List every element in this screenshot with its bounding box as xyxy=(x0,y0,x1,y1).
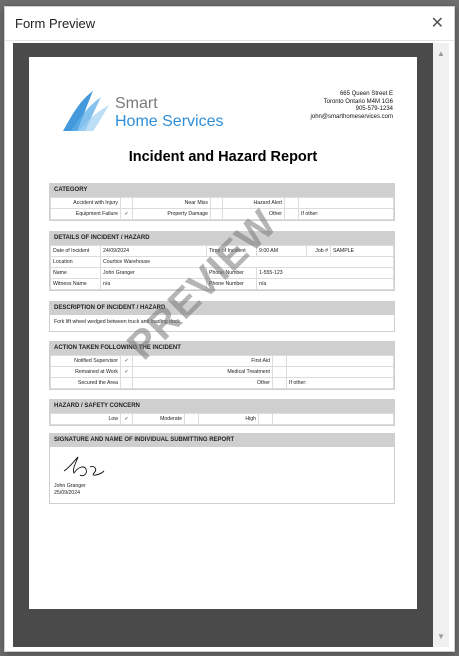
action-notified-label: Notified Supervisor xyxy=(50,355,121,367)
category-section: CATEGORY Accident with Injury Near Miss … xyxy=(49,183,395,221)
location-label: Location xyxy=(50,256,101,268)
signer-name: John Granger xyxy=(54,483,86,489)
table-row: Remained at Work ✓ Medical Treatment xyxy=(50,366,394,378)
hazard-moderate-label: Moderate xyxy=(132,413,185,425)
dialog-title: Form Preview xyxy=(15,16,96,31)
action-secured-check xyxy=(120,377,133,389)
signer-info: John Granger 25/09/2024 xyxy=(54,483,86,496)
action-blank xyxy=(286,355,394,367)
table-row: Accident with Injury Near Miss Hazard Al… xyxy=(50,197,394,209)
table-row: Low ✓ Moderate High xyxy=(50,413,394,425)
action-table: Notified Supervisor ✓ First Aid Remained… xyxy=(50,355,394,389)
address-email: john@smarthomeservices.com xyxy=(310,113,393,120)
hazard-header: HAZARD / SAFETY CONCERN xyxy=(50,400,394,413)
table-row: Notified Supervisor ✓ First Aid xyxy=(50,355,394,367)
company-logo: Smart Home Services xyxy=(57,87,247,135)
handwritten-signature-icon xyxy=(63,456,105,477)
scroll-down-icon[interactable]: ▼ xyxy=(437,632,445,641)
description-header: DESCRIPTION OF INCIDENT / HAZARD xyxy=(50,302,394,315)
scroll-up-icon[interactable]: ▲ xyxy=(437,49,445,58)
document-viewer[interactable]: Smart Home Services 665 Queen Street E T… xyxy=(13,43,433,647)
witness-label: Witness Name xyxy=(50,278,101,290)
action-other-label: Other xyxy=(132,377,273,389)
hazard-high-check xyxy=(258,413,273,425)
action-medical-check xyxy=(272,366,287,378)
cat-other-check xyxy=(284,208,299,220)
cat-equipment-label: Equipment Failure xyxy=(50,208,121,220)
dialog-titlebar: Form Preview ✕ xyxy=(5,7,454,41)
action-secured-label: Secured the Area xyxy=(50,377,121,389)
category-table: Accident with Injury Near Miss Hazard Al… xyxy=(50,197,394,220)
signature-header: SIGNATURE AND NAME OF INDIVIDUAL SUBMITT… xyxy=(50,434,394,447)
vertical-scrollbar[interactable]: ▲ ▼ xyxy=(433,43,449,647)
company-name: Smart Home Services xyxy=(115,95,223,131)
signature-section: SIGNATURE AND NAME OF INDIVIDUAL SUBMITT… xyxy=(49,433,395,504)
date-label: Date of Incident xyxy=(50,245,101,257)
cat-equipment-check: ✓ xyxy=(120,208,133,220)
report-title: Incident and Hazard Report xyxy=(128,149,318,165)
hazard-blank xyxy=(272,413,394,425)
address-line: Toronto Ontario M4M 1G6 xyxy=(323,98,393,105)
cat-nearmiss-check xyxy=(210,197,223,209)
action-remained-check: ✓ xyxy=(120,366,133,378)
category-header: CATEGORY xyxy=(50,184,394,197)
action-section: ACTION TAKEN FOLLOWING THE INCIDENT Noti… xyxy=(49,341,395,390)
phone-value: 1-555-123 xyxy=(256,267,394,279)
company-address: 665 Queen Street E Toronto Ontario M4M 1… xyxy=(311,91,393,121)
cat-property-label: Property Damage xyxy=(132,208,211,220)
action-blank xyxy=(286,366,394,378)
signature-area: John Granger 25/09/2024 xyxy=(50,447,394,503)
job-value: SAMPLE xyxy=(330,245,394,257)
hazard-high-label: High xyxy=(198,413,259,425)
cat-hazard-check xyxy=(284,197,299,209)
action-notified-check: ✓ xyxy=(120,355,133,367)
table-row: Equipment Failure ✓ Property Damage Othe… xyxy=(50,208,394,220)
action-remained-label: Remained at Work xyxy=(50,366,121,378)
cat-accident-check xyxy=(120,197,133,209)
cat-accident-label: Accident with Injury xyxy=(50,197,121,209)
cat-nearmiss-label: Near Miss xyxy=(132,197,211,209)
company-name-line2: Home Services xyxy=(115,113,224,130)
description-section: DESCRIPTION OF INCIDENT / HAZARD Fork li… xyxy=(49,301,395,332)
close-icon[interactable]: ✕ xyxy=(431,15,444,32)
address-line: 665 Queen Street E xyxy=(339,91,393,97)
cat-blank xyxy=(298,197,394,209)
table-row: Secured the Area Other If other: xyxy=(50,377,394,389)
logo-wings-icon xyxy=(63,91,109,131)
action-header: ACTION TAKEN FOLLOWING THE INCIDENT xyxy=(50,342,394,355)
date-value: 24/09/2024 xyxy=(100,245,207,257)
report-page: Smart Home Services 665 Queen Street E T… xyxy=(29,57,417,609)
hazard-low-check: ✓ xyxy=(120,413,133,425)
hazard-section: HAZARD / SAFETY CONCERN Low ✓ Moderate H… xyxy=(49,399,395,426)
name-label: Name xyxy=(50,267,101,279)
action-firstaid-check xyxy=(272,355,287,367)
hazard-moderate-check xyxy=(184,413,199,425)
job-label: Job # xyxy=(306,245,331,257)
form-preview-dialog: Form Preview ✕ Smart Home Services 665 Q… xyxy=(4,6,455,652)
witness-phone-value: n/a xyxy=(256,278,394,290)
cat-if-other: If other: xyxy=(298,208,394,220)
hazard-low-label: Low xyxy=(50,413,121,425)
description-text: Fork lift wheel wedged between truck and… xyxy=(54,319,181,325)
signer-date: 25/09/2024 xyxy=(54,489,80,496)
address-phone: 905-579-1234 xyxy=(355,106,393,112)
company-name-line1: Smart xyxy=(115,95,158,112)
action-medical-label: Medical Treatment xyxy=(132,366,273,378)
cat-property-check xyxy=(210,208,223,220)
action-if-other: If other: xyxy=(286,377,394,389)
action-other-check xyxy=(272,377,287,389)
hazard-table: Low ✓ Moderate High xyxy=(50,413,394,425)
